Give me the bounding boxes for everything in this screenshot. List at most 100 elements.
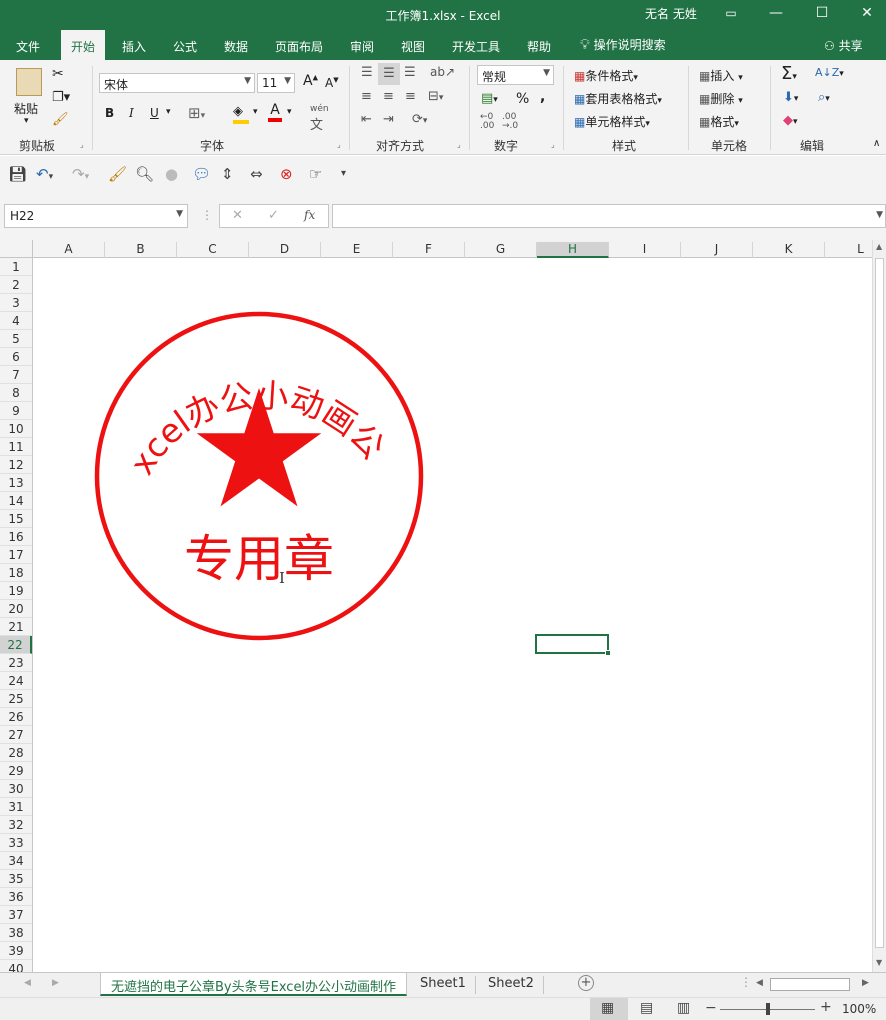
tab-developer[interactable]: 开发工具 xyxy=(452,38,500,55)
dialog-launcher-icon[interactable]: ⌟ xyxy=(80,140,84,149)
column-header-c[interactable]: C xyxy=(177,242,249,258)
paste-icon[interactable] xyxy=(16,68,42,96)
row-header-21[interactable]: 21 xyxy=(0,618,32,636)
column-header-j[interactable]: J xyxy=(681,242,753,258)
row-header-12[interactable]: 12 xyxy=(0,456,32,474)
seal-stamp[interactable]: Excel办公小动画公司 专用章 I xyxy=(33,258,872,972)
next-sheet-icon[interactable]: ▶ xyxy=(52,978,59,988)
row-header-36[interactable]: 36 xyxy=(0,888,32,906)
cell-styles-button[interactable]: ▦单元格样式▾ xyxy=(574,113,650,130)
merge-cells-icon[interactable]: ⟳▾ xyxy=(412,112,427,127)
increase-decimal-icon[interactable]: ←0.00 xyxy=(480,113,494,131)
row-header-34[interactable]: 34 xyxy=(0,852,32,870)
insert-cells-button[interactable]: ▦插入 ▾ xyxy=(699,67,743,84)
more-options-icon[interactable]: ⋮ xyxy=(201,208,213,222)
percent-button[interactable]: % xyxy=(516,91,529,107)
border-icon[interactable]: ⊞▾ xyxy=(188,104,205,122)
scroll-left-icon[interactable]: ◀ xyxy=(756,978,763,988)
row-header-29[interactable]: 29 xyxy=(0,762,32,780)
row-header-32[interactable]: 32 xyxy=(0,816,32,834)
font-size-box[interactable]: 11 ▼ xyxy=(257,73,295,93)
dialog-launcher-icon[interactable]: ⌟ xyxy=(457,140,461,149)
zoom-level[interactable]: 100% xyxy=(842,1002,876,1016)
row-header-5[interactable]: 5 xyxy=(0,330,32,348)
share-button[interactable]: ⚇ 共享 xyxy=(824,37,863,54)
cut-icon[interactable]: ✂ xyxy=(52,66,64,82)
collapse-ribbon-icon[interactable]: ∧ xyxy=(873,138,880,149)
format-painter-icon[interactable]: 🖌︎ xyxy=(52,112,69,127)
sort-filter-icon[interactable]: A↓Z▾ xyxy=(815,66,844,79)
vertical-scrollbar[interactable]: ▲ ▼ xyxy=(872,240,886,972)
row-header-25[interactable]: 25 xyxy=(0,690,32,708)
row-header-7[interactable]: 7 xyxy=(0,366,32,384)
tab-help[interactable]: 帮助 xyxy=(527,38,551,55)
cancel-icon[interactable]: ✕ xyxy=(232,208,243,223)
tab-review[interactable]: 审阅 xyxy=(350,38,374,55)
row-header-38[interactable]: 38 xyxy=(0,924,32,942)
normal-view-icon[interactable]: ▦ xyxy=(601,1000,614,1016)
align-right-icon[interactable]: ≡ xyxy=(405,89,416,104)
clear-icon[interactable]: ◆▾ xyxy=(783,113,798,128)
worksheet-grid[interactable]: Excel办公小动画公司 专用章 I xyxy=(33,258,872,972)
page-layout-view-icon[interactable]: ▤ xyxy=(640,1000,653,1016)
redo-icon[interactable]: ↷▾ xyxy=(72,165,89,183)
conditional-format-button[interactable]: ▦条件格式▾ xyxy=(574,67,638,84)
scroll-up-icon[interactable]: ▲ xyxy=(876,242,882,251)
row-header-10[interactable]: 10 xyxy=(0,420,32,438)
scroll-down-icon[interactable]: ▼ xyxy=(876,958,882,967)
tell-me-search[interactable]: 💡︎ 操作说明搜索 xyxy=(580,36,666,53)
row-header-24[interactable]: 24 xyxy=(0,672,32,690)
phonetic-icon[interactable]: wén 文 xyxy=(310,104,329,133)
distribute-icon[interactable]: ⇔ xyxy=(250,165,263,183)
row-header-8[interactable]: 8 xyxy=(0,384,32,402)
row-header-23[interactable]: 23 xyxy=(0,654,32,672)
wrap-text-icon[interactable]: ⊟▾ xyxy=(428,89,443,104)
tab-home[interactable]: 开始 xyxy=(61,30,106,60)
align-bottom-icon[interactable]: ☰ xyxy=(404,65,416,80)
copy-icon[interactable]: ❐▾ xyxy=(52,90,70,105)
tab-data[interactable]: 数据 xyxy=(224,38,248,55)
column-header-d[interactable]: D xyxy=(249,242,321,258)
align-vertical-icon[interactable]: ⇕ xyxy=(221,165,234,183)
tab-page-layout[interactable]: 页面布局 xyxy=(275,38,323,55)
font-name-box[interactable]: 宋体 ▼ xyxy=(99,73,255,93)
autosum-icon[interactable]: Σ▾ xyxy=(781,63,797,84)
undo-icon[interactable]: ↶▾ xyxy=(36,165,53,183)
column-header-k[interactable]: K xyxy=(753,242,825,258)
column-header-i[interactable]: I xyxy=(609,242,681,258)
zoom-slider-thumb[interactable] xyxy=(766,1003,770,1015)
align-center-icon[interactable]: ≡ xyxy=(383,89,394,104)
dialog-launcher-icon[interactable]: ⌟ xyxy=(337,140,341,149)
row-header-30[interactable]: 30 xyxy=(0,780,32,798)
format-as-table-button[interactable]: ▦套用表格格式▾ xyxy=(574,90,662,107)
column-header-h[interactable]: H xyxy=(537,242,609,258)
more-options-icon[interactable]: ⋮ xyxy=(740,975,752,989)
row-header-4[interactable]: 4 xyxy=(0,312,32,330)
selected-cell[interactable] xyxy=(535,634,611,656)
row-header-2[interactable]: 2 xyxy=(0,276,32,294)
paste-button[interactable]: 粘贴 xyxy=(14,100,38,117)
italic-button[interactable]: I xyxy=(129,106,134,120)
row-header-20[interactable]: 20 xyxy=(0,600,32,618)
row-header-15[interactable]: 15 xyxy=(0,510,32,528)
show-comment-icon[interactable]: ☞ xyxy=(309,165,322,183)
enter-icon[interactable]: ✓ xyxy=(268,208,279,223)
delete-cells-button[interactable]: ▦删除 ▾ xyxy=(699,90,743,107)
increase-indent-icon[interactable]: ⇥ xyxy=(383,112,394,127)
row-header-37[interactable]: 37 xyxy=(0,906,32,924)
formula-input[interactable]: ▼ xyxy=(332,204,886,228)
shrink-font-icon[interactable]: A▼ xyxy=(325,76,339,90)
row-header-16[interactable]: 16 xyxy=(0,528,32,546)
row-header-3[interactable]: 3 xyxy=(0,294,32,312)
paste-dropdown-icon[interactable]: ▾ xyxy=(24,116,29,126)
page-break-view-icon[interactable]: ▥ xyxy=(677,1000,690,1016)
grow-font-icon[interactable]: A▲ xyxy=(303,73,318,89)
delete-comment-icon[interactable]: ⊗ xyxy=(280,165,293,183)
font-color-icon[interactable]: A xyxy=(268,102,282,122)
zoom-in-icon[interactable]: + xyxy=(820,999,832,1015)
select-all-corner[interactable] xyxy=(0,240,33,258)
decrease-indent-icon[interactable]: ⇤ xyxy=(361,112,372,127)
column-header-e[interactable]: E xyxy=(321,242,393,258)
ribbon-display-icon[interactable]: ▭ xyxy=(719,3,743,23)
format-cells-button[interactable]: ▦格式▾ xyxy=(699,113,739,130)
